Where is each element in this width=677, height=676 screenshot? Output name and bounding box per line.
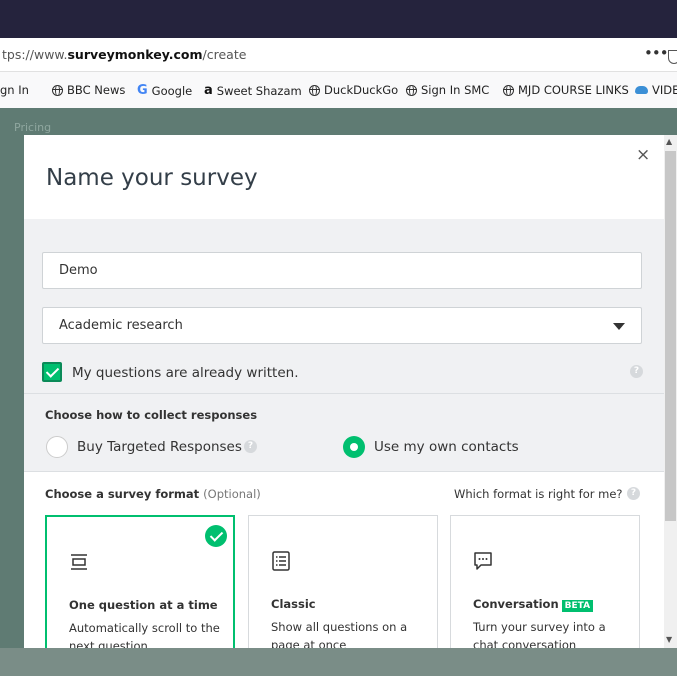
globe-icon <box>309 84 320 96</box>
format-card-classic[interactable]: Classic Show all questions on a page at … <box>248 515 438 648</box>
buy-targeted-label[interactable]: Buy Targeted Responses <box>77 439 242 455</box>
url-text[interactable]: tps://www.surveymonkey.com/create <box>2 47 246 62</box>
chat-icon <box>474 552 492 570</box>
format-description: Automatically scroll to the next questio… <box>69 621 220 648</box>
format-description: Show all questions on a page at once <box>271 620 408 648</box>
questions-written-label[interactable]: My questions are already written. <box>72 365 299 381</box>
help-icon[interactable]: ? <box>627 487 640 500</box>
page-actions-button[interactable]: ••• <box>644 44 669 62</box>
backdrop-footer <box>0 648 677 676</box>
globe-icon <box>503 84 514 96</box>
pricing-link: Pricing <box>14 121 52 134</box>
name-survey-modal: Name your survey × Demo Academic researc… <box>24 135 664 648</box>
bookmark-sign-in[interactable]: gn In <box>0 83 29 97</box>
category-select[interactable]: Academic research <box>42 307 642 344</box>
google-icon: G <box>137 83 148 98</box>
bookmark-video[interactable]: VIDE <box>635 83 677 97</box>
scroll-down-icon[interactable]: ▼ <box>666 635 672 644</box>
format-description: Turn your survey into a chat conversatio… <box>473 620 606 648</box>
globe-icon <box>52 84 63 96</box>
divider <box>24 471 664 472</box>
divider <box>24 393 664 394</box>
one-question-icon <box>71 554 87 570</box>
close-icon[interactable]: × <box>636 145 650 165</box>
own-contacts-label[interactable]: Use my own contacts <box>374 439 519 455</box>
amazon-icon: a <box>204 83 213 98</box>
bookmark-duckduckgo[interactable]: DuckDuckGo <box>309 83 398 97</box>
format-help-link[interactable]: Which format is right for me? <box>454 487 623 501</box>
format-card-one-question[interactable]: One question at a time Automatically scr… <box>45 515 235 648</box>
bookmark-bbc-news[interactable]: BBC News <box>52 83 125 97</box>
list-icon <box>272 551 290 571</box>
own-contacts-radio[interactable] <box>343 436 365 458</box>
format-card-conversation[interactable]: Conversation BETA Turn your survey into a… <box>450 515 640 648</box>
survey-name-value: Demo <box>59 263 98 278</box>
browser-title-bar <box>0 0 677 38</box>
check-circle-icon <box>205 525 227 547</box>
shield-icon[interactable] <box>668 50 677 64</box>
questions-written-checkbox[interactable] <box>42 362 62 382</box>
category-value: Academic research <box>59 318 183 333</box>
bookmark-sign-in-smc[interactable]: Sign In SMC <box>406 83 489 97</box>
modal-title: Name your survey <box>46 165 258 191</box>
scrollbar-thumb[interactable] <box>665 151 676 521</box>
bookmark-sweet-shazam[interactable]: a Sweet Shazam <box>204 83 302 98</box>
cloud-icon <box>635 86 648 94</box>
collect-heading: Choose how to collect responses <box>45 408 258 422</box>
modal-scrollbar[interactable]: ▲ ▼ <box>664 135 677 648</box>
caret-down-icon <box>613 323 625 330</box>
modal-header: Name your survey × <box>24 135 664 219</box>
buy-targeted-radio[interactable] <box>46 436 68 458</box>
globe-icon <box>406 84 417 96</box>
beta-badge: BETA <box>561 600 594 612</box>
survey-name-input[interactable]: Demo <box>42 252 642 289</box>
address-bar[interactable]: tps://www.surveymonkey.com/create ••• <box>0 38 677 72</box>
bookmark-mjd-course-links[interactable]: MJD COURSE LINKS <box>503 83 629 97</box>
help-icon[interactable]: ? <box>630 365 643 378</box>
bookmarks-toolbar: gn In BBC News G Google a Sweet Shazam Duc… <box>0 72 677 109</box>
format-title: One question at a time <box>69 598 218 612</box>
format-title: Conversation BETA <box>473 597 594 612</box>
format-heading: Choose a survey format (Optional) <box>45 487 261 501</box>
help-icon[interactable]: ? <box>244 440 257 453</box>
format-title: Classic <box>271 597 316 611</box>
scroll-up-icon[interactable]: ▲ <box>666 137 672 146</box>
bookmark-google[interactable]: G Google <box>137 83 192 98</box>
